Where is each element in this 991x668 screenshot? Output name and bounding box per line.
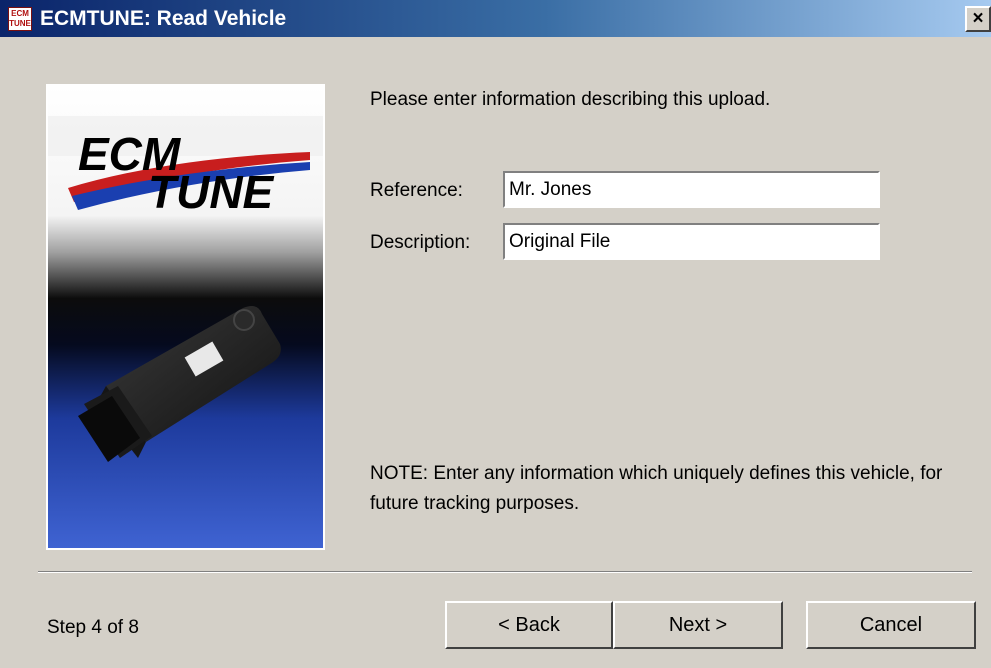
back-button[interactable]: < Back [445,601,613,649]
logo-text-tune: TUNE [148,166,275,218]
divider [38,571,972,573]
ecmtune-app-icon[interactable]: ECM TUNE [8,7,32,31]
ecmtune-product-image: ECM TUNE [48,86,323,548]
title-bar[interactable]: ECM TUNE ECMTUNE: Read Vehicle × [0,0,991,37]
side-image-panel: ECM TUNE [46,84,325,550]
reference-field[interactable] [503,171,880,208]
next-button[interactable]: Next > [613,601,783,649]
cancel-button[interactable]: Cancel [806,601,976,649]
reference-label: Reference: [370,180,463,201]
window-title: ECMTUNE: Read Vehicle [40,7,287,30]
close-button[interactable]: × [965,6,991,32]
description-field[interactable] [503,223,880,260]
intro-text: Please enter information describing this… [370,89,771,110]
description-label: Description: [370,232,471,253]
step-indicator: Step 4 of 8 [47,617,139,638]
note-text: NOTE: Enter any information which unique… [370,463,943,514]
